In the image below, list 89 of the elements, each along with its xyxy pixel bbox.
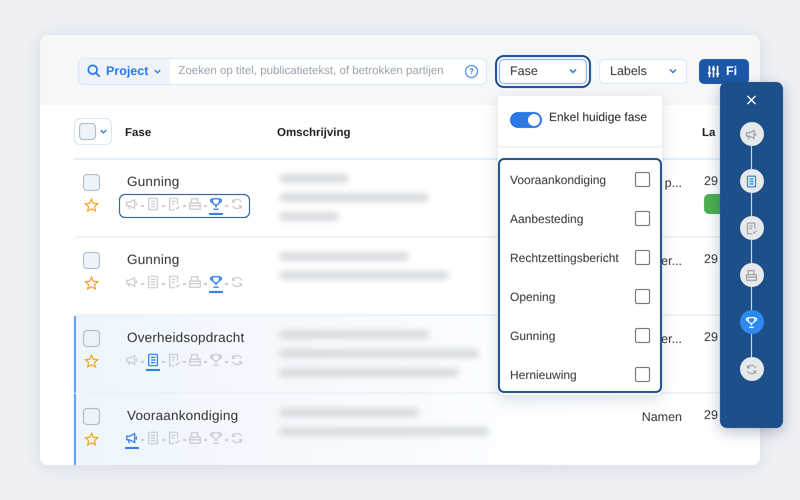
trophy-icon <box>745 316 758 328</box>
refresh-icon <box>230 353 244 367</box>
phase-option[interactable]: Opening <box>510 290 556 304</box>
phase-name: Overheidsopdracht <box>127 330 246 345</box>
star-icon[interactable] <box>84 432 98 447</box>
refresh-icon <box>230 431 244 445</box>
document-icon <box>146 197 160 211</box>
table-cell: p... <box>664 176 682 190</box>
megaphone-icon <box>125 197 139 211</box>
phase-name: Gunning <box>127 252 180 267</box>
row-checkbox[interactable] <box>82 408 100 425</box>
phase-option[interactable]: Gunning <box>510 328 556 342</box>
blurred-text <box>279 174 349 183</box>
option-checkbox[interactable] <box>635 328 650 343</box>
phase-option[interactable]: Hernieuwing <box>510 368 577 382</box>
phase-name: Vooraankondiging <box>127 408 240 423</box>
row-checkbox[interactable] <box>82 330 100 347</box>
search-field[interactable]: Project Zoeken op titel, publicatietekst, of betrokken partijen ? <box>78 58 487 84</box>
table-cell: er... <box>661 332 682 346</box>
date-cell: 29 <box>704 408 718 422</box>
table-row[interactable]: Vooraankondiging Namen 29 <box>74 394 760 465</box>
star-icon[interactable] <box>84 276 98 291</box>
megaphone-icon <box>745 128 758 140</box>
option-checkbox[interactable] <box>635 289 650 304</box>
column-header[interactable]: La <box>702 126 716 138</box>
checklist-icon <box>167 275 181 289</box>
tray-icon <box>188 275 202 289</box>
star-icon[interactable] <box>84 354 98 369</box>
checklist-icon <box>167 431 181 445</box>
document-icon <box>146 431 160 445</box>
option-checkbox[interactable] <box>635 250 650 265</box>
date-cell: 29 <box>704 252 718 266</box>
phase-option[interactable]: Rechtzettingsbericht <box>510 250 619 264</box>
select-all-checkbox[interactable] <box>78 123 96 140</box>
phase-step[interactable] <box>740 169 764 193</box>
blurred-text <box>279 212 339 221</box>
scope-dropdown[interactable]: Project <box>79 58 170 84</box>
phase-option[interactable]: Aanbesteding <box>510 212 584 226</box>
trophy-icon <box>209 197 223 211</box>
checklist-icon <box>167 197 181 211</box>
document-icon <box>146 353 160 367</box>
refresh-icon <box>230 275 244 289</box>
sliders-icon <box>707 64 720 78</box>
table-cell: er... <box>661 254 682 268</box>
refresh-icon <box>745 362 758 376</box>
search-icon <box>87 64 101 78</box>
chevron-icon <box>98 127 108 136</box>
checklist-icon <box>745 222 758 234</box>
date-cell: 29 <box>704 330 718 344</box>
phase-step[interactable] <box>740 263 764 287</box>
column-header[interactable]: Fase <box>125 126 152 138</box>
megaphone-icon <box>125 431 139 445</box>
row-checkbox[interactable] <box>82 174 100 191</box>
tray-icon <box>188 197 202 211</box>
phase-name: Gunning <box>127 174 180 189</box>
date-cell: 29 <box>704 174 718 188</box>
chevron-icon <box>568 66 578 76</box>
trophy-icon <box>209 431 223 445</box>
document-icon <box>745 174 758 188</box>
checklist-icon <box>167 353 181 367</box>
star-icon[interactable] <box>84 198 98 213</box>
chevron-icon <box>153 66 162 76</box>
megaphone-icon <box>125 353 139 367</box>
close-button[interactable]: × <box>740 90 762 110</box>
row-checkbox[interactable] <box>82 252 100 269</box>
phase-step[interactable] <box>740 216 764 240</box>
filter-button[interactable]: Fi <box>699 58 749 84</box>
phase-step[interactable] <box>740 310 764 334</box>
option-checkbox[interactable] <box>635 367 650 382</box>
refresh-icon <box>230 197 244 211</box>
trophy-icon <box>209 275 223 289</box>
table-cell: Namen <box>642 410 682 424</box>
trophy-icon <box>209 353 223 367</box>
chevron-icon <box>668 66 678 76</box>
help-icon[interactable]: ? <box>465 64 478 78</box>
option-checkbox[interactable] <box>635 211 650 226</box>
tray-icon <box>745 268 758 282</box>
document-icon <box>146 275 160 289</box>
option-checkbox[interactable] <box>635 172 650 187</box>
tray-icon <box>188 431 202 445</box>
column-header[interactable]: Omschrijving <box>277 126 350 138</box>
phase-step[interactable] <box>740 122 764 146</box>
megaphone-icon <box>125 275 139 289</box>
phase-step[interactable] <box>740 357 764 381</box>
toggle-switch[interactable] <box>510 112 542 128</box>
filter-dropdown[interactable]: Labels <box>599 58 687 84</box>
toggle-label: Enkel huidige fase <box>549 110 648 124</box>
tray-icon <box>188 353 202 367</box>
phase-option[interactable]: Vooraankondiging <box>510 172 606 186</box>
